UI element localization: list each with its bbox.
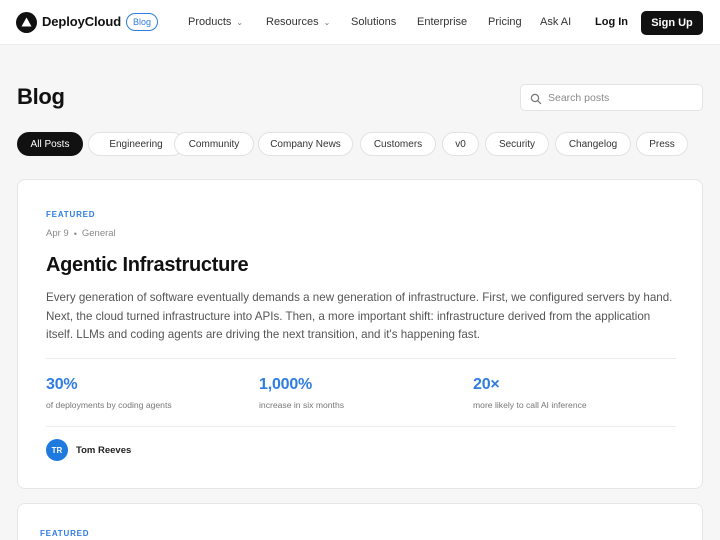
filter-all-posts[interactable]: All Posts <box>17 132 83 156</box>
post-title[interactable]: Agentic Infrastructure <box>46 254 249 277</box>
featured-label: FEATURED <box>46 210 96 219</box>
blog-badge[interactable]: Blog <box>126 13 159 31</box>
nav-pricing[interactable]: Pricing <box>488 16 522 28</box>
nav-ask-ai[interactable]: Ask AI <box>540 16 571 28</box>
filter-press[interactable]: Press <box>636 132 688 156</box>
search-input[interactable] <box>548 89 698 107</box>
divider <box>46 426 676 427</box>
nav-enterprise[interactable]: Enterprise <box>417 16 467 28</box>
featured-label: FEATURED <box>40 529 90 538</box>
featured-post-card[interactable]: FEATURED Apr 9 • General Agentic Infrast… <box>17 179 703 489</box>
login-button[interactable]: Log In <box>595 16 628 28</box>
stat-value: 20× <box>473 376 500 393</box>
stat-value: 1,000% <box>259 376 313 393</box>
search-box[interactable] <box>520 84 703 111</box>
nav-resources[interactable]: Resources ⌄ <box>266 16 330 28</box>
stat-label: increase in six months <box>259 400 345 410</box>
filter-community[interactable]: Community <box>174 132 254 156</box>
site-header: DeployCloud Blog Products ⌄ Resources ⌄ … <box>0 0 720 45</box>
search-icon <box>530 92 542 110</box>
stat-label: more likely to call AI inference <box>473 400 587 410</box>
stat-item: 30% of deployments by coding agents <box>46 376 172 410</box>
filter-company-news[interactable]: Company News <box>258 132 353 156</box>
nav-enterprise-label: Enterprise <box>417 16 468 28</box>
nav-resources-label: Resources <box>266 16 319 28</box>
filter-v0[interactable]: v0 <box>442 132 479 156</box>
filter-changelog[interactable]: Changelog <box>555 132 631 156</box>
filter-security[interactable]: Security <box>485 132 549 156</box>
filter-customers[interactable]: Customers <box>360 132 436 156</box>
chevron-down-icon: ⌄ <box>236 17 244 27</box>
stat-label: of deployments by coding agents <box>46 400 172 410</box>
nav-solutions-label: Solutions <box>351 16 397 28</box>
post-card[interactable]: FEATURED <box>17 503 703 540</box>
stat-item: 20× more likely to call AI inference <box>473 376 587 410</box>
page-title: Blog <box>17 84 65 109</box>
triangle-logo-icon[interactable] <box>16 12 37 33</box>
author-name[interactable]: Tom Reeves <box>76 445 131 456</box>
post-meta: Apr 9 • General <box>46 228 116 239</box>
stat-item: 1,000% increase in six months <box>259 376 344 410</box>
avatar[interactable]: TR <box>46 439 68 461</box>
post-description: Every generation of software eventually … <box>46 291 673 342</box>
divider <box>46 358 676 359</box>
post-category: General <box>81 228 116 239</box>
post-date: Apr 9 <box>46 228 69 239</box>
nav-products[interactable]: Products ⌄ <box>188 16 243 28</box>
meta-separator: • <box>73 228 77 239</box>
brand-name[interactable]: DeployCloud <box>42 14 121 29</box>
signup-button[interactable]: Sign Up <box>641 11 703 35</box>
chevron-down-icon: ⌄ <box>323 17 331 27</box>
nav-ask-ai-label: Ask AI <box>540 16 572 28</box>
stat-value: 30% <box>46 376 78 393</box>
nav-products-label: Products <box>188 16 232 28</box>
nav-pricing-label: Pricing <box>488 16 522 28</box>
filter-engineering[interactable]: Engineering <box>88 132 184 156</box>
nav-solutions[interactable]: Solutions <box>351 16 396 28</box>
